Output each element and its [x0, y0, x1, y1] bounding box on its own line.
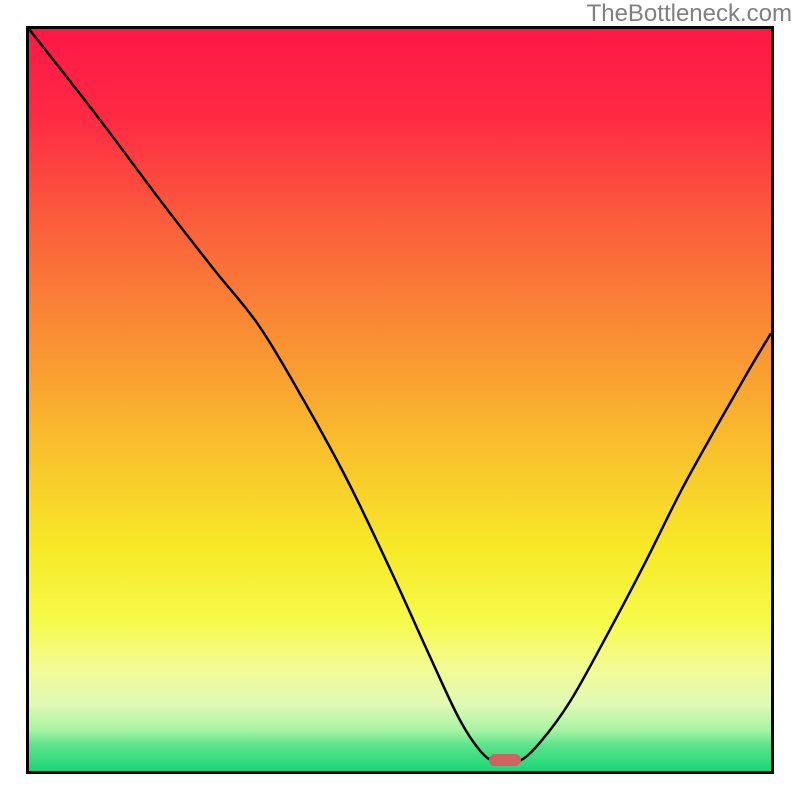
optimum-marker — [489, 754, 521, 766]
plot-frame — [26, 26, 774, 774]
chart-stage: TheBottleneck.com — [0, 0, 800, 800]
bottleneck-curve — [29, 29, 771, 771]
watermark-text: TheBottleneck.com — [587, 0, 792, 28]
